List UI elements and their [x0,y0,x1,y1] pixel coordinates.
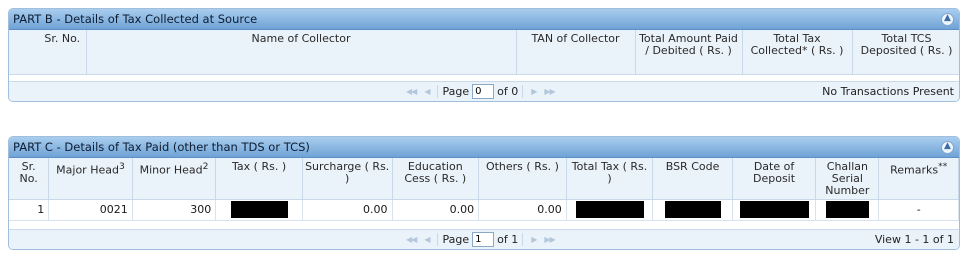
redacted-value [575,201,644,218]
cell-remarks: - [878,199,959,221]
table-row[interactable]: 1 0021 300 0.00 0.00 0.00 - [9,199,959,221]
page-count-label: of 0 [497,85,519,98]
part-b-pager: ◀◀ ◀ Page of 0 ▶ ▶▶ [402,84,559,99]
first-page-icon[interactable]: ◀◀ [406,235,417,244]
header-education-cess[interactable]: Education Cess ( Rs. ) [392,158,480,200]
pager-separator [522,233,524,246]
part-b-table: Sr. No. Name of Collector TAN of Collect… [9,30,959,75]
last-page-icon[interactable]: ▶▶ [544,235,555,244]
pager-separator [437,85,439,98]
header-bsr-code[interactable]: BSR Code [652,158,733,200]
header-total-tcs-deposited[interactable]: Total TCS Deposited ( Rs. ) [852,30,959,75]
cell-tax [215,199,303,221]
prev-page-icon[interactable]: ◀ [424,235,430,244]
header-date-of-deposit[interactable]: Date of Deposit [732,158,817,200]
cell-bsr-code [652,199,733,221]
pager-separator [522,85,524,98]
footnote-marker: 2 [202,161,209,172]
header-tax[interactable]: Tax ( Rs. ) [215,158,303,200]
header-minor-head-label: Minor Head [139,163,203,177]
page-number-input[interactable] [472,232,495,247]
header-remarks-label: Remarks [890,163,939,177]
redacted-value [664,201,721,218]
header-total-tax[interactable]: Total Tax ( Rs. ) [566,158,654,200]
footnote-marker: 3 [118,161,125,172]
part-c-table: Sr. No. Major Head3 Minor Head2 Tax ( Rs… [9,158,959,221]
cell-challan-serial-number [815,199,880,221]
part-b-status-text: No Transactions Present [822,85,954,98]
next-page-icon[interactable]: ▶ [531,235,537,244]
header-total-amount-paid[interactable]: Total Amount Paid / Debited ( Rs. ) [635,30,743,75]
header-remarks[interactable]: Remarks** [878,158,959,200]
header-minor-head[interactable]: Minor Head2 [132,158,217,200]
page-count-label: of 1 [497,233,519,246]
cell-education-cess: 0.00 [392,199,480,221]
header-tan-of-collector[interactable]: TAN of Collector [516,30,636,75]
pager-separator [437,233,439,246]
header-sr-no[interactable]: Sr. No. [9,158,50,200]
first-page-icon[interactable]: ◀◀ [406,87,417,96]
header-others[interactable]: Others ( Rs. ) [478,158,567,200]
prev-page-icon[interactable]: ◀ [424,87,430,96]
header-surcharge[interactable]: Surcharge ( Rs. ) [302,158,393,200]
part-c-panel: PART C - Details of Tax Paid (other than… [8,136,960,250]
cell-sr-no: 1 [9,199,50,221]
redacted-value [825,201,869,218]
cell-others: 0.00 [478,199,567,221]
header-total-tax-collected[interactable]: Total Tax Collected* ( Rs. ) [742,30,853,75]
cell-major-head: 0021 [48,199,133,221]
part-c-title: PART C - Details of Tax Paid (other than… [13,140,310,154]
cell-total-tax [566,199,654,221]
part-b-panel: PART B - Details of Tax Collected at Sou… [8,8,960,102]
part-b-titlebar: PART B - Details of Tax Collected at Sou… [9,9,959,30]
part-c-pager: ◀◀ ◀ Page of 1 ▶ ▶▶ [402,232,559,247]
cell-surcharge: 0.00 [302,199,393,221]
cell-minor-head: 300 [132,199,217,221]
header-sr-no[interactable]: Sr. No. [9,30,87,75]
header-major-head[interactable]: Major Head3 [48,158,133,200]
next-page-icon[interactable]: ▶ [531,87,537,96]
part-b-title: PART B - Details of Tax Collected at Sou… [13,12,258,26]
redacted-value [739,201,809,218]
chevron-up-icon[interactable]: ▲ [941,13,954,26]
page-number-input[interactable] [472,84,495,99]
redacted-value [230,201,288,218]
part-c-pager-bar: ◀◀ ◀ Page of 1 ▶ ▶▶ View 1 - 1 of 1 [9,229,959,249]
part-c-titlebar: PART C - Details of Tax Paid (other than… [9,137,959,158]
cell-date-of-deposit [732,199,817,221]
part-b-pager-bar: ◀◀ ◀ Page of 0 ▶ ▶▶ No Transactions Pres… [9,81,959,101]
part-c-status-text: View 1 - 1 of 1 [874,233,954,246]
chevron-up-icon[interactable]: ▲ [941,141,954,154]
footnote-marker: ** [938,161,948,172]
last-page-icon[interactable]: ▶▶ [544,87,555,96]
header-name-of-collector[interactable]: Name of Collector [86,30,517,75]
page-label: Page [442,85,470,98]
header-major-head-label: Major Head [56,163,119,177]
header-challan-serial-number[interactable]: Challan Serial Number [815,158,880,200]
page-label: Page [442,233,470,246]
